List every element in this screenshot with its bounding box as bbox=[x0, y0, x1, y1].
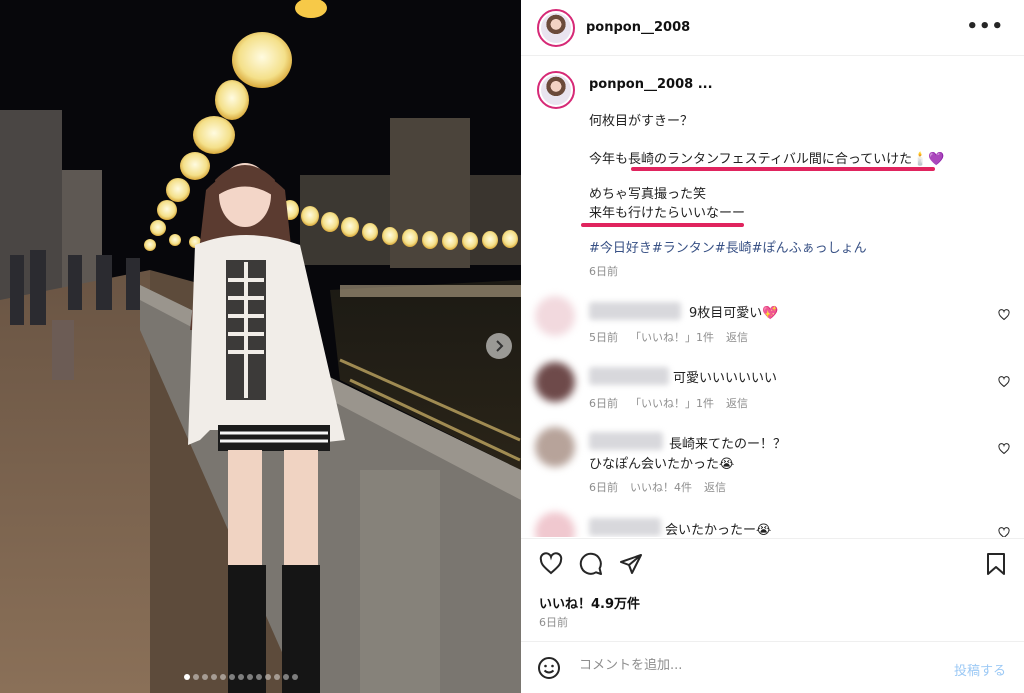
emoji-smiley-icon[interactable] bbox=[537, 656, 561, 680]
caption-line-1: 何枚目がすきー？ bbox=[589, 114, 694, 129]
carousel-dot bbox=[265, 674, 271, 680]
comment-like-heart-icon[interactable] bbox=[998, 376, 1010, 388]
comment-like-heart-icon[interactable] bbox=[998, 309, 1010, 321]
highlight-underline bbox=[631, 167, 935, 171]
carousel-dot bbox=[202, 674, 208, 680]
author-username[interactable]: ponpon__2008 bbox=[586, 20, 690, 35]
carousel-dot bbox=[247, 674, 253, 680]
bookmark-save-icon[interactable] bbox=[985, 552, 1007, 576]
comments-scroll-area[interactable]: ponpon__2008 ... 何枚目がすきー？ 今年も長崎のランタンフェステ… bbox=[521, 57, 1024, 537]
caption-hashtags[interactable]: #今日好き#ランタン#長崎#ぽんふぁっしょん bbox=[589, 237, 867, 256]
share-send-icon[interactable] bbox=[619, 552, 643, 576]
carousel-dot bbox=[211, 674, 217, 680]
comment-bubble-icon[interactable] bbox=[579, 552, 603, 576]
comment-avatar[interactable] bbox=[535, 512, 575, 537]
reply-button[interactable]: 返信 bbox=[726, 397, 748, 410]
comment-username[interactable] bbox=[589, 367, 669, 385]
caption-author-avatar[interactable] bbox=[537, 71, 575, 109]
comment-meta: 6日前 いいね！4件 返信 bbox=[589, 479, 738, 495]
comment-avatar[interactable] bbox=[535, 296, 575, 336]
carousel-dot bbox=[256, 674, 262, 680]
author-avatar[interactable] bbox=[537, 9, 575, 47]
post-comment-button[interactable]: 投稿する bbox=[954, 660, 1006, 679]
carousel-dot bbox=[193, 674, 199, 680]
carousel-dot bbox=[220, 674, 226, 680]
carousel-indicator bbox=[184, 674, 298, 680]
comment-text: 会いたかったー😭 bbox=[665, 523, 772, 537]
comment-input[interactable] bbox=[579, 658, 939, 673]
comment-like-heart-icon[interactable] bbox=[998, 527, 1010, 537]
comment-meta: 5日前 「いいね！」1件 返信 bbox=[589, 329, 760, 345]
comment-likes-count[interactable]: 「いいね！」1件 bbox=[630, 397, 714, 410]
likes-count[interactable]: いいね！4.9万件 bbox=[539, 593, 640, 612]
comment-text: 長崎来てたのー！？ bbox=[669, 437, 787, 452]
comment-meta: 6日前 「いいね！」1件 返信 bbox=[589, 395, 760, 411]
comment-text: 可愛いいいいいい bbox=[673, 371, 778, 386]
caption-time: 6日前 bbox=[589, 265, 618, 278]
comment-likes-count[interactable]: いいね！4件 bbox=[630, 481, 692, 494]
carousel-dot bbox=[283, 674, 289, 680]
more-options-icon[interactable]: ••• bbox=[966, 16, 1004, 37]
comment-text-line-2: ひなぽん会いたかった😭 bbox=[589, 457, 735, 472]
carousel-dot bbox=[238, 674, 244, 680]
post-header: ponpon__2008 ••• bbox=[521, 0, 1024, 56]
comment-time: 5日前 bbox=[589, 331, 618, 344]
lantern-festival-photo bbox=[0, 0, 521, 693]
caption-line-2: 今年も長崎のランタンフェスティバル間に合っていけた🕯️💜 bbox=[589, 152, 945, 167]
post-date: 6日前 bbox=[539, 616, 568, 629]
post-details-panel: ponpon__2008 ••• ponpon__2008 ... 何枚目がすき… bbox=[521, 0, 1024, 693]
comment-avatar[interactable] bbox=[535, 427, 575, 467]
carousel-dot bbox=[274, 674, 280, 680]
reply-button[interactable]: 返信 bbox=[704, 481, 726, 494]
comment-username[interactable] bbox=[589, 432, 663, 450]
comment-avatar[interactable] bbox=[535, 362, 575, 402]
comment-text: 9枚目可愛い💖 bbox=[689, 306, 779, 321]
comment-likes-count[interactable]: 「いいね！」1件 bbox=[630, 331, 714, 344]
comment-username[interactable] bbox=[589, 518, 661, 536]
comment-like-heart-icon[interactable] bbox=[998, 443, 1010, 455]
like-heart-icon[interactable] bbox=[539, 552, 563, 576]
comment-time: 6日前 bbox=[589, 397, 618, 410]
chevron-right-icon bbox=[496, 340, 504, 352]
post-actions-bar bbox=[521, 538, 1024, 588]
carousel-dot bbox=[184, 674, 190, 680]
carousel-dot bbox=[229, 674, 235, 680]
caption-line-3: めちゃ写真撮った笑 bbox=[589, 187, 707, 202]
comment-username[interactable] bbox=[589, 302, 681, 320]
post-photo bbox=[0, 0, 521, 693]
add-comment-bar: 投稿する bbox=[521, 641, 1024, 693]
comment-time: 6日前 bbox=[589, 481, 618, 494]
caption-line-4: 来年も行けたらいいなーー bbox=[589, 206, 746, 221]
reply-button[interactable]: 返信 bbox=[726, 331, 748, 344]
highlight-underline bbox=[581, 223, 744, 227]
caption-username[interactable]: ponpon__2008 ... bbox=[589, 77, 713, 92]
carousel-dot bbox=[292, 674, 298, 680]
carousel-next-button[interactable] bbox=[486, 333, 512, 359]
